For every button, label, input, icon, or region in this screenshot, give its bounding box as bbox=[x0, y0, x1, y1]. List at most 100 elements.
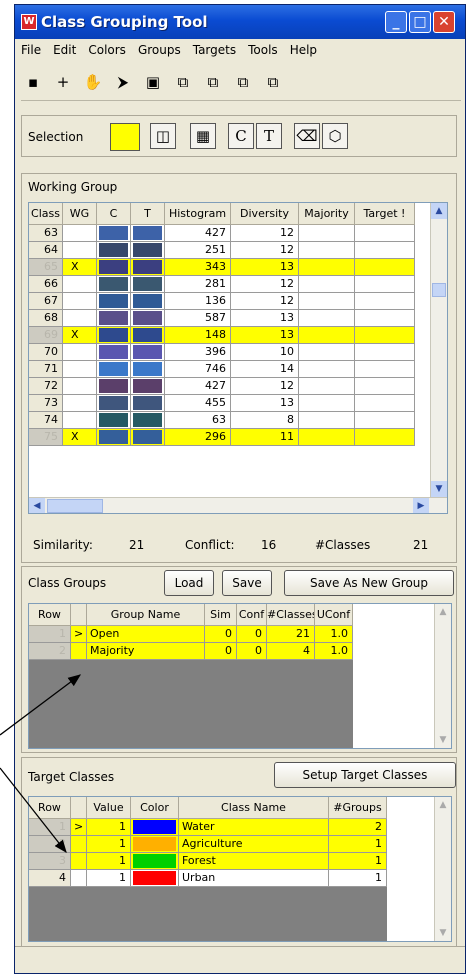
table-row[interactable]: 67 136 12 bbox=[29, 293, 447, 310]
value-cell[interactable]: 1 bbox=[87, 836, 131, 853]
row-header[interactable]: 72 bbox=[29, 378, 63, 395]
scroll-up-icon[interactable]: ▲ bbox=[435, 797, 451, 813]
polygon-select-icon[interactable]: ⬡ bbox=[322, 123, 348, 149]
column-header-histogram[interactable]: Histogram bbox=[165, 203, 231, 225]
menu-tools[interactable]: Tools bbox=[242, 40, 284, 57]
row-cell[interactable]: 1 bbox=[29, 626, 71, 643]
pan-icon[interactable]: ✋ bbox=[81, 70, 105, 94]
color-cell[interactable] bbox=[131, 870, 179, 887]
color-icon[interactable]: ▣ bbox=[141, 70, 165, 94]
value-cell[interactable]: 1 bbox=[87, 819, 131, 836]
wg-cell[interactable] bbox=[63, 276, 97, 293]
wg-cell[interactable] bbox=[63, 378, 97, 395]
column-header-classes[interactable]: #Classes bbox=[267, 604, 315, 626]
scroll-thumb[interactable] bbox=[432, 283, 446, 297]
row-header[interactable]: 70 bbox=[29, 344, 63, 361]
horizontal-scrollbar[interactable]: ◀ ▶ bbox=[29, 497, 447, 513]
column-header-group-name[interactable]: Group Name bbox=[87, 604, 205, 626]
table-row[interactable]: 3 1 Forest 1 bbox=[29, 853, 387, 870]
class-name-cell[interactable]: Water bbox=[179, 819, 329, 836]
scroll-up-icon[interactable]: ▲ bbox=[431, 203, 447, 219]
table-row[interactable]: 2 Majority 0 0 4 1.0 bbox=[29, 643, 353, 660]
class-groups-grid[interactable]: Row Group Name Sim Conf #Classes UConf 1 > Open 0… bbox=[28, 603, 452, 749]
value-cell[interactable]: 1 bbox=[87, 853, 131, 870]
column-header-t[interactable]: T bbox=[131, 203, 165, 225]
table-row[interactable]: 73 455 13 bbox=[29, 395, 447, 412]
column-header-sim[interactable]: Sim bbox=[205, 604, 237, 626]
column-header-target[interactable]: Target ! bbox=[355, 203, 415, 225]
scroll-left-icon[interactable]: ◀ bbox=[29, 498, 45, 513]
class-name-cell[interactable]: Agriculture bbox=[179, 836, 329, 853]
copy-icon-1[interactable]: ⧉ bbox=[171, 70, 195, 94]
load-button[interactable]: Load bbox=[164, 570, 214, 596]
table-row[interactable]: 4 1 Urban 1 bbox=[29, 870, 387, 887]
setup-target-classes-button[interactable]: Setup Target Classes bbox=[274, 762, 456, 788]
clear-selection-icon[interactable]: ◫ bbox=[150, 123, 176, 149]
scroll-down-icon[interactable]: ▼ bbox=[431, 481, 447, 497]
wg-cell[interactable] bbox=[63, 293, 97, 310]
copy-icon-3[interactable]: ⧉ bbox=[231, 70, 255, 94]
row-header[interactable]: 2 bbox=[29, 836, 71, 853]
menu-targets[interactable]: Targets bbox=[187, 40, 242, 57]
scroll-thumb-horizontal[interactable] bbox=[47, 499, 103, 513]
select-icon[interactable]: ⮞ bbox=[111, 70, 135, 94]
eraser-icon[interactable]: ⌫ bbox=[294, 123, 320, 149]
row-header[interactable]: 64 bbox=[29, 242, 63, 259]
row-header[interactable]: 67 bbox=[29, 293, 63, 310]
table-row[interactable]: 64 251 12 bbox=[29, 242, 447, 259]
class-name-cell[interactable]: Urban bbox=[179, 870, 329, 887]
selection-color-swatch[interactable] bbox=[110, 123, 140, 151]
scroll-up-icon[interactable]: ▲ bbox=[435, 604, 451, 620]
crosshair-icon[interactable]: + bbox=[51, 70, 75, 94]
menu-colors[interactable]: Colors bbox=[82, 40, 132, 57]
save-button[interactable]: Save bbox=[222, 570, 272, 596]
wg-cell[interactable] bbox=[63, 412, 97, 429]
column-header-uconf[interactable]: UConf bbox=[315, 604, 353, 626]
grid-select-icon[interactable]: ▦ bbox=[190, 123, 216, 149]
wg-cell[interactable]: X bbox=[63, 327, 97, 344]
column-header-c[interactable]: C bbox=[97, 203, 131, 225]
scroll-down-icon[interactable]: ▼ bbox=[435, 925, 451, 941]
table-row[interactable]: 71 746 14 bbox=[29, 361, 447, 378]
vertical-scrollbar[interactable]: ▲ ▼ bbox=[434, 797, 451, 941]
row-header[interactable]: 69 bbox=[29, 327, 63, 344]
table-row[interactable]: 1 >1 Water 2 bbox=[29, 819, 387, 836]
column-header-row[interactable]: Row bbox=[29, 797, 71, 819]
table-row[interactable]: 63 427 12 bbox=[29, 225, 447, 242]
t-toggle-button[interactable]: T bbox=[256, 123, 282, 149]
column-header-diversity[interactable]: Diversity bbox=[231, 203, 299, 225]
column-header-color[interactable]: Color bbox=[131, 797, 179, 819]
minimize-button[interactable]: _ bbox=[385, 11, 407, 33]
column-header-conf[interactable]: Conf bbox=[237, 604, 267, 626]
table-row[interactable]: 2 1 Agriculture 1 bbox=[29, 836, 387, 853]
class-name-cell[interactable]: Forest bbox=[179, 853, 329, 870]
copy-icon-4[interactable]: ⧉ bbox=[261, 70, 285, 94]
target-classes-grid[interactable]: Row Value Color Class Name #Groups 1 >1 Water 2 2… bbox=[28, 796, 452, 942]
row-header[interactable]: 66 bbox=[29, 276, 63, 293]
row-header[interactable]: 65 bbox=[29, 259, 63, 276]
column-header-value[interactable]: Value bbox=[87, 797, 131, 819]
wg-cell[interactable]: X bbox=[63, 259, 97, 276]
scroll-right-icon[interactable]: ▶ bbox=[413, 498, 429, 513]
table-row[interactable]: 72 427 12 bbox=[29, 378, 447, 395]
wg-cell[interactable] bbox=[63, 225, 97, 242]
menu-help[interactable]: Help bbox=[284, 40, 323, 57]
table-row[interactable]: 65 X 343 13 bbox=[29, 259, 447, 276]
wg-cell[interactable] bbox=[63, 310, 97, 327]
table-row[interactable]: 1 > Open 0 0 21 1.0 bbox=[29, 626, 353, 643]
copy-icon-2[interactable]: ⧉ bbox=[201, 70, 225, 94]
close-button[interactable]: ✕ bbox=[433, 11, 455, 33]
table-row[interactable]: 75 X 296 11 bbox=[29, 429, 447, 446]
row-header[interactable]: 75 bbox=[29, 429, 63, 446]
column-header-mark[interactable] bbox=[71, 797, 87, 819]
table-row[interactable]: 74 63 8 bbox=[29, 412, 447, 429]
vertical-scrollbar[interactable]: ▲ ▼ bbox=[430, 203, 447, 497]
save-icon[interactable]: ▪ bbox=[21, 70, 45, 94]
table-row[interactable]: 70 396 10 bbox=[29, 344, 447, 361]
column-header-mark[interactable] bbox=[71, 604, 87, 626]
row-header[interactable]: 63 bbox=[29, 225, 63, 242]
row-header[interactable]: 73 bbox=[29, 395, 63, 412]
row-header[interactable]: 4 bbox=[29, 870, 71, 887]
table-row[interactable]: 66 281 12 bbox=[29, 276, 447, 293]
row-header[interactable]: 3 bbox=[29, 853, 71, 870]
